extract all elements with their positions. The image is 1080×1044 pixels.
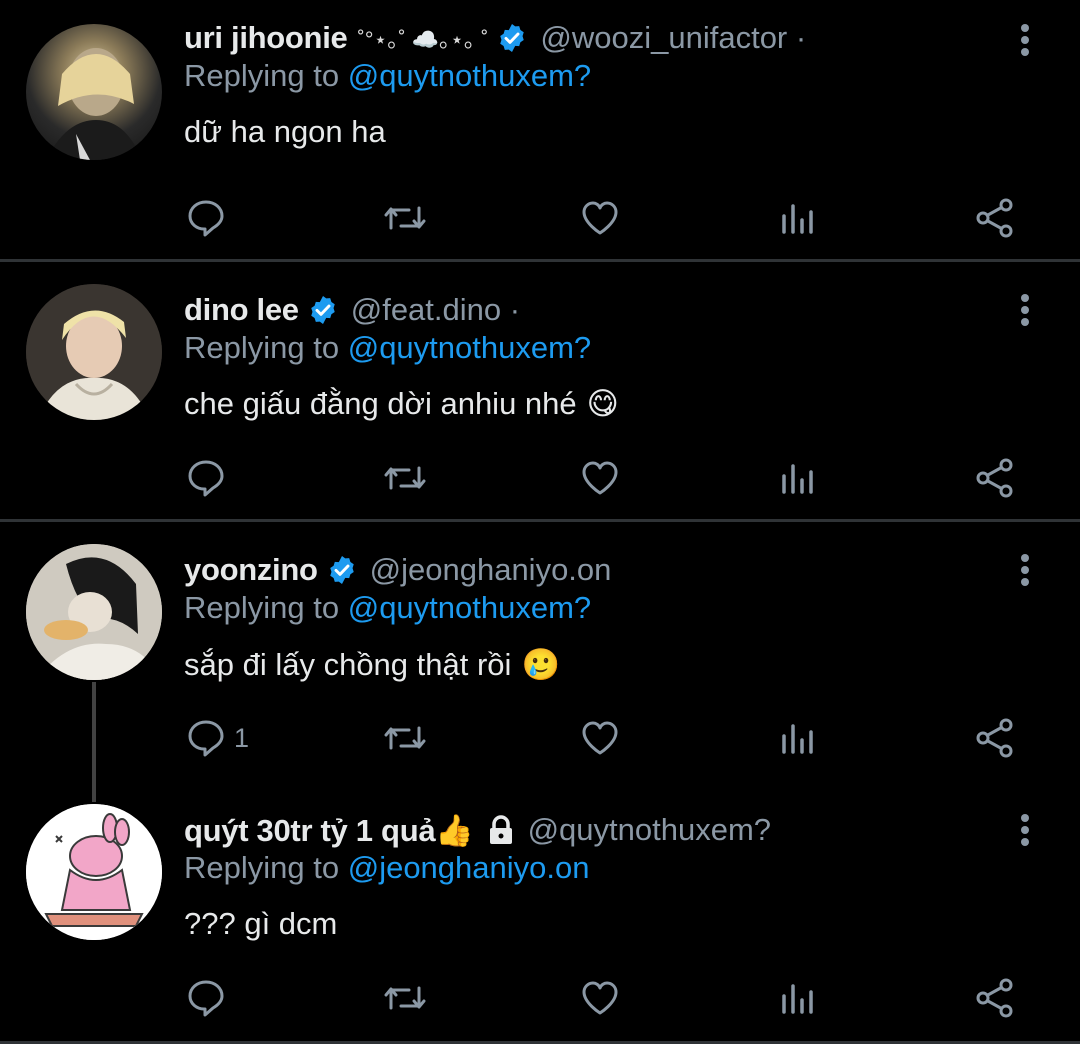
avatar-image xyxy=(46,48,142,160)
avatar[interactable] xyxy=(26,284,162,420)
share-button[interactable] xyxy=(974,188,1016,248)
tweet-text: dữ ha ngon ha xyxy=(184,114,386,150)
analytics-icon xyxy=(778,458,818,498)
display-name[interactable]: uri jihoonie xyxy=(184,20,348,56)
tweet-1[interactable]: uri jihoonie ˚°⋆｡˚ ☁️｡⋆｡ ˚ @woozi_unifac… xyxy=(0,0,1080,260)
tweet-text: che giấu đằng dời anhiu nhé 😋 xyxy=(184,386,619,422)
replying-to: Replying to @jeonghaniyo.on xyxy=(184,850,589,886)
action-bar xyxy=(0,968,1080,1028)
tweet-text-content: dữ ha ngon ha xyxy=(184,114,386,149)
replying-prefix: Replying to xyxy=(184,58,340,93)
share-button[interactable] xyxy=(974,448,1016,508)
replying-prefix: Replying to xyxy=(184,850,340,885)
name-decoration: ˚°⋆｡˚ ☁️｡⋆｡ ˚ xyxy=(357,27,489,52)
reply-button[interactable] xyxy=(186,188,234,248)
reply-icon xyxy=(186,718,226,758)
handle[interactable]: @jeonghaniyo.on xyxy=(370,552,612,588)
tweet-3[interactable]: yoonzino @jeonghaniyo.on Replying to @qu… xyxy=(0,522,1080,802)
replying-to: Replying to @quytnothuxem? xyxy=(184,590,591,626)
tweet-emoji: 😋 xyxy=(586,386,619,421)
avatar[interactable] xyxy=(26,804,162,940)
reply-button[interactable]: 1 xyxy=(186,708,249,768)
replying-to: Replying to @quytnothuxem? xyxy=(184,58,591,94)
analytics-button[interactable] xyxy=(778,968,818,1028)
tweet-emoji: 🥲 xyxy=(521,647,561,682)
more-vertical-icon[interactable] xyxy=(1010,550,1040,590)
analytics-button[interactable] xyxy=(778,448,818,508)
reply-button[interactable] xyxy=(186,448,234,508)
analytics-icon xyxy=(778,978,818,1018)
share-icon xyxy=(974,197,1016,239)
tweet-2[interactable]: dino lee @feat.dino · Replying to @quytn… xyxy=(0,262,1080,520)
replying-prefix: Replying to xyxy=(184,590,340,625)
avatar-image xyxy=(26,544,162,680)
tweet-4[interactable]: quýt 30tr tỷ 1 quả👍 @quytnothuxem? Reply… xyxy=(0,782,1080,1044)
share-button[interactable] xyxy=(974,968,1016,1028)
action-bar xyxy=(0,448,1080,508)
analytics-icon xyxy=(778,718,818,758)
lock-icon xyxy=(486,814,516,846)
like-button[interactable] xyxy=(580,708,620,768)
reply-icon xyxy=(186,978,226,1018)
replying-to: Replying to @quytnothuxem? xyxy=(184,330,591,366)
more-vertical-icon[interactable] xyxy=(1010,20,1040,60)
replying-prefix: Replying to xyxy=(184,330,340,365)
retweet-icon xyxy=(382,978,428,1018)
replying-to-link[interactable]: @jeonghaniyo.on xyxy=(348,850,590,885)
heart-icon xyxy=(580,718,620,758)
display-name[interactable]: dino lee xyxy=(184,292,299,328)
heart-icon xyxy=(580,458,620,498)
verified-badge-icon xyxy=(496,22,528,54)
tweet-text-content: ??? gì dcm xyxy=(184,906,338,941)
handle[interactable]: @woozi_unifactor · xyxy=(540,20,806,56)
replying-to-link[interactable]: @quytnothuxem? xyxy=(348,330,591,365)
retweet-icon xyxy=(382,718,428,758)
reply-button[interactable] xyxy=(186,968,234,1028)
handle[interactable]: @feat.dino · xyxy=(351,292,520,328)
retweet-button[interactable] xyxy=(382,448,428,508)
like-button[interactable] xyxy=(580,968,620,1028)
analytics-button[interactable] xyxy=(778,188,818,248)
tweet-text: ??? gì dcm xyxy=(184,906,337,942)
analytics-icon xyxy=(778,198,818,238)
replying-to-link[interactable]: @quytnothuxem? xyxy=(348,58,591,93)
tweet-text-content: che giấu đằng dời anhiu nhé xyxy=(184,386,577,421)
reply-icon xyxy=(186,198,226,238)
display-name[interactable]: quýt 30tr tỷ 1 quả👍 xyxy=(184,812,474,849)
heart-icon xyxy=(580,978,620,1018)
share-icon xyxy=(974,717,1016,759)
heart-icon xyxy=(580,198,620,238)
more-vertical-icon[interactable] xyxy=(1010,810,1040,850)
share-icon xyxy=(974,977,1016,1019)
verified-badge-icon xyxy=(326,554,358,586)
retweet-button[interactable] xyxy=(382,968,428,1028)
verified-badge-icon xyxy=(307,294,339,326)
share-button[interactable] xyxy=(974,708,1016,768)
display-name[interactable]: yoonzino xyxy=(184,552,318,588)
avatar-image xyxy=(26,804,162,940)
avatar[interactable] xyxy=(26,544,162,680)
avatar[interactable] xyxy=(26,24,162,160)
retweet-button[interactable] xyxy=(382,188,428,248)
like-button[interactable] xyxy=(580,448,620,508)
retweet-icon xyxy=(382,198,428,238)
reply-count: 1 xyxy=(234,722,250,753)
share-icon xyxy=(974,457,1016,499)
tweet-text-content: sắp đi lấy chồng thật rồi xyxy=(184,646,512,682)
handle[interactable]: @quytnothuxem? xyxy=(528,812,771,848)
like-button[interactable] xyxy=(580,188,620,248)
more-vertical-icon[interactable] xyxy=(1010,290,1040,330)
reply-icon xyxy=(186,458,226,498)
avatar-image xyxy=(26,284,162,420)
replying-to-link[interactable]: @quytnothuxem? xyxy=(348,590,591,625)
retweet-button[interactable] xyxy=(382,708,428,768)
action-bar xyxy=(0,188,1080,248)
action-bar: 1 xyxy=(0,708,1080,768)
tweet-text: sắp đi lấy chồng thật rồi 🥲 xyxy=(184,646,560,683)
retweet-icon xyxy=(382,458,428,498)
analytics-button[interactable] xyxy=(778,708,818,768)
